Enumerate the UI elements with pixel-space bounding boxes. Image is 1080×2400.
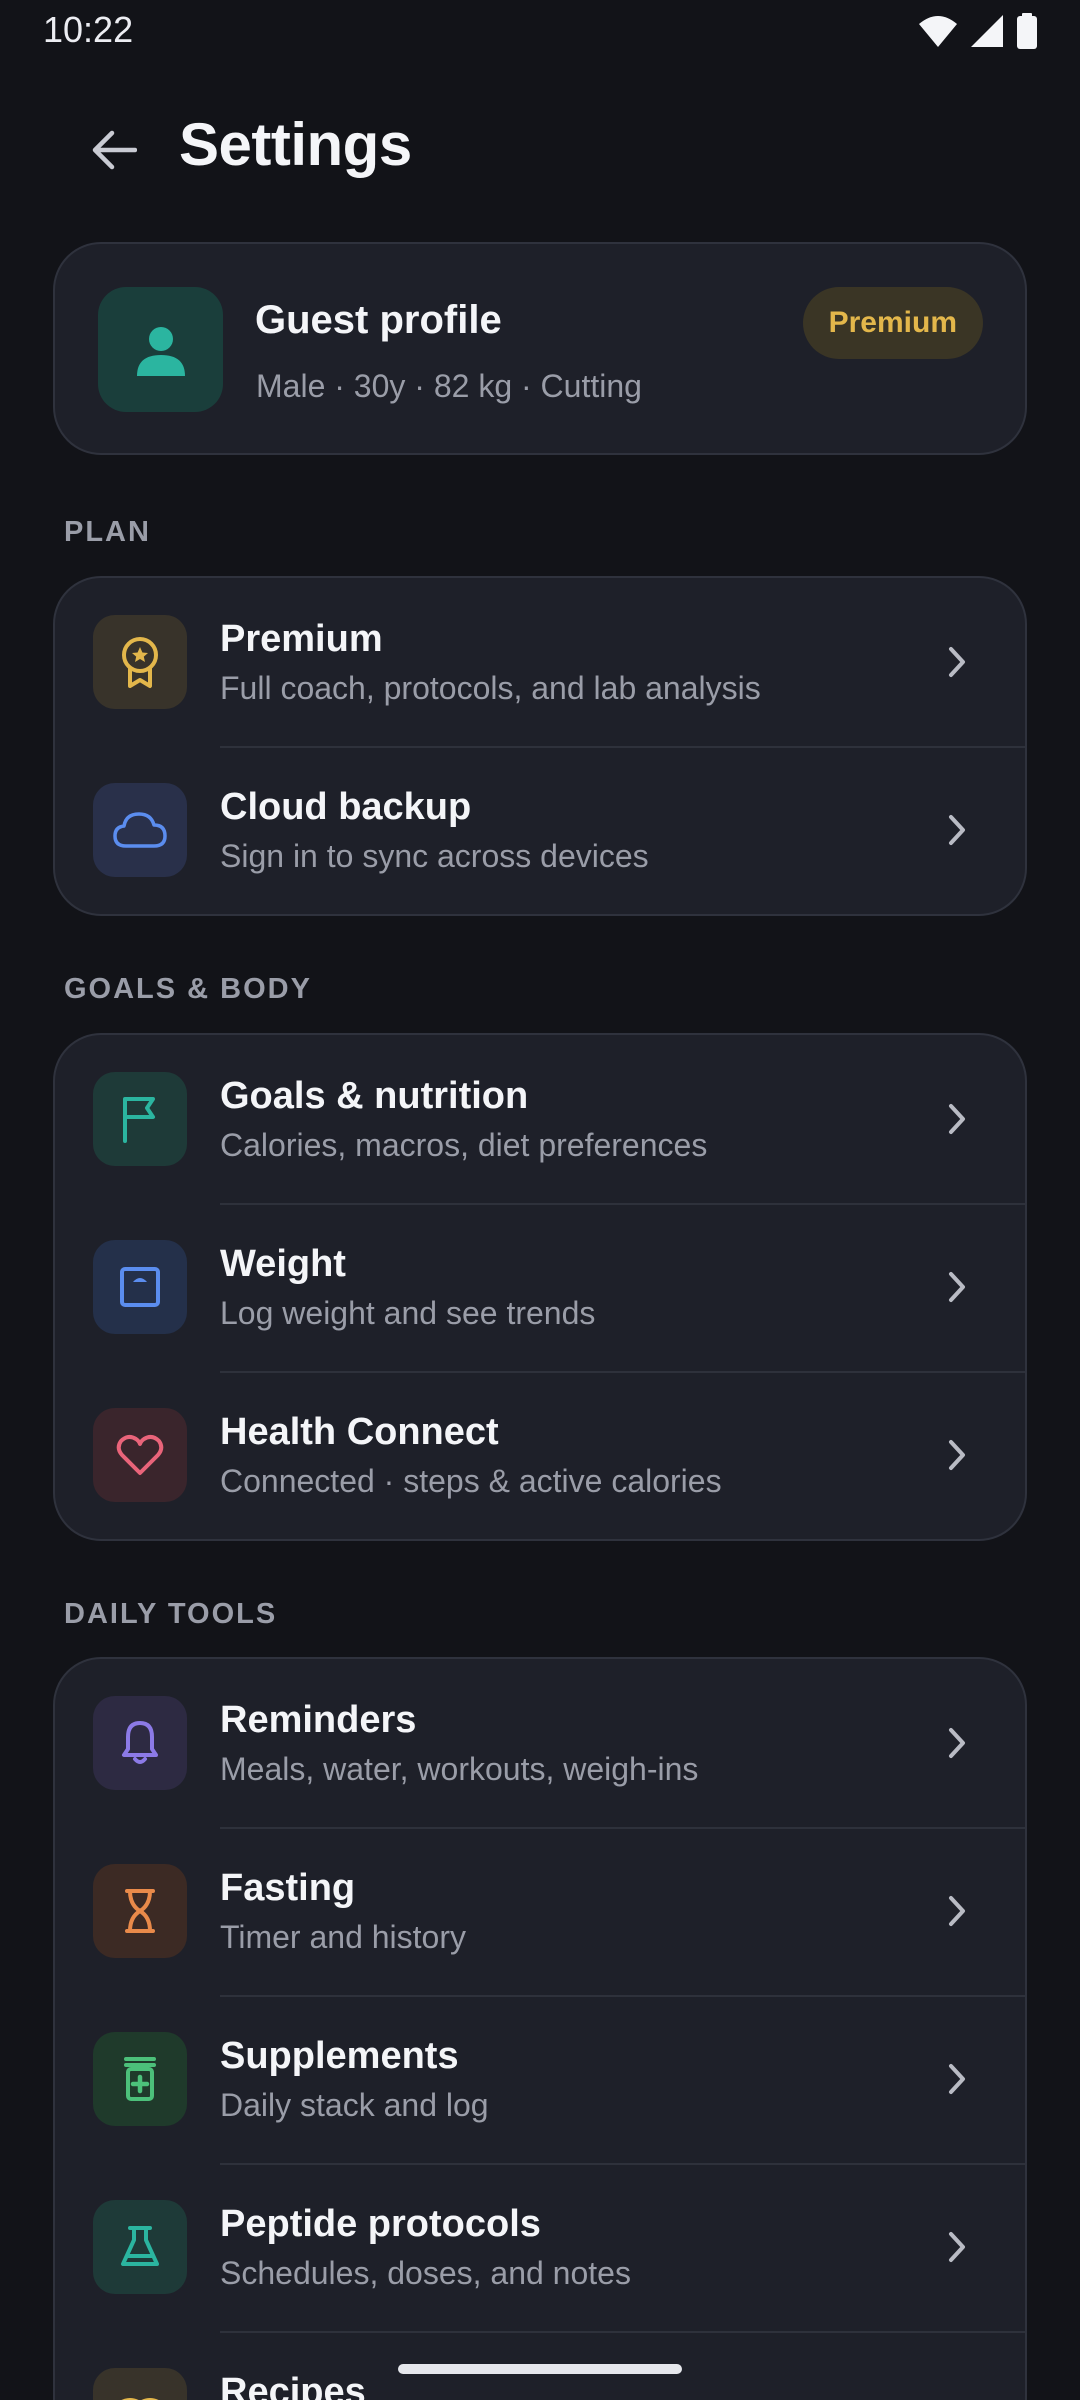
chevron-right-icon bbox=[937, 1891, 977, 1931]
row-subtitle: Full coach, protocols, and lab analysis bbox=[220, 670, 761, 706]
app-bar: Settings bbox=[0, 100, 1080, 196]
chevron-right-icon bbox=[937, 1723, 977, 1763]
chevron-right-icon bbox=[937, 1267, 977, 1307]
row-title: Reminders bbox=[220, 1699, 417, 1741]
signal-icon bbox=[971, 15, 1003, 47]
row-title: Weight bbox=[220, 1243, 346, 1285]
cloud-icon bbox=[93, 783, 187, 877]
row-title: Cloud backup bbox=[220, 786, 472, 828]
flask-icon bbox=[93, 2200, 187, 2294]
row-subtitle: Daily stack and log bbox=[220, 2087, 489, 2123]
bell-icon bbox=[93, 1696, 187, 1790]
row-title: Peptide protocols bbox=[220, 2203, 541, 2245]
status-bar: 10:22 bbox=[0, 0, 1080, 62]
row-title: Fasting bbox=[220, 1867, 356, 1909]
row-title: Recipes bbox=[220, 2371, 366, 2400]
settings-row-reminders[interactable]: Reminders Meals, water, workouts, weigh-… bbox=[55, 1659, 1025, 1827]
profile-card[interactable]: Guest profile Male · 30y · 82 kg · Cutti… bbox=[53, 242, 1027, 455]
pill-bottle-icon bbox=[93, 2032, 187, 2126]
arrow-back-icon bbox=[92, 130, 137, 170]
row-title: Goals & nutrition bbox=[220, 1075, 529, 1117]
recipe-icon bbox=[93, 2368, 187, 2400]
person-icon bbox=[136, 326, 185, 376]
section-label-plan: PLAN bbox=[64, 516, 151, 548]
profile-name: Guest profile bbox=[255, 298, 502, 342]
chevron-right-icon bbox=[937, 810, 977, 850]
scale-icon bbox=[93, 1240, 187, 1334]
daily-tools-group: Reminders Meals, water, workouts, weigh-… bbox=[53, 1657, 1027, 2400]
battery-icon bbox=[1017, 13, 1037, 49]
settings-row-goals-nutrition[interactable]: Goals & nutrition Calories, macros, diet… bbox=[55, 1035, 1025, 1203]
gesture-nav-handle[interactable] bbox=[398, 2364, 682, 2374]
row-title: Premium bbox=[220, 618, 383, 660]
heart-icon bbox=[93, 1408, 187, 1502]
page-title: Settings bbox=[179, 111, 412, 178]
avatar bbox=[98, 287, 223, 412]
chevron-right-icon bbox=[937, 2059, 977, 2099]
status-time: 10:22 bbox=[43, 9, 134, 50]
profile-meta: Male · 30y · 82 kg · Cutting bbox=[256, 368, 642, 404]
settings-row-cloud-backup[interactable]: Cloud backup Sign in to sync across devi… bbox=[55, 746, 1025, 914]
section-label-goals-body: GOALS & BODY bbox=[64, 973, 312, 1005]
status-icons bbox=[918, 13, 1038, 49]
settings-row-premium[interactable]: Premium Full coach, protocols, and lab a… bbox=[55, 578, 1025, 746]
row-subtitle: Meals, water, workouts, weigh-ins bbox=[220, 1751, 699, 1787]
premium-badge: Premium bbox=[802, 287, 983, 359]
row-subtitle: Calories, macros, diet preferences bbox=[220, 1127, 708, 1163]
chevron-right-icon bbox=[937, 642, 977, 682]
chevron-right-icon bbox=[937, 1099, 977, 1139]
hourglass-icon bbox=[93, 1864, 187, 1958]
row-subtitle: Log weight and see trends bbox=[220, 1295, 596, 1331]
settings-row-supplements[interactable]: Supplements Daily stack and log bbox=[55, 1995, 1025, 2163]
goals-body-group: Goals & nutrition Calories, macros, diet… bbox=[53, 1033, 1027, 1541]
chevron-right-icon bbox=[937, 2395, 977, 2400]
row-subtitle: Schedules, doses, and notes bbox=[220, 2255, 631, 2291]
row-subtitle: Connected · steps & active calories bbox=[220, 1463, 722, 1499]
settings-row-fasting[interactable]: Fasting Timer and history bbox=[55, 1827, 1025, 1995]
award-icon bbox=[93, 615, 187, 709]
settings-screen: 10:22 Settings Guest profile Male · 30y … bbox=[0, 0, 1080, 2400]
back-button[interactable] bbox=[78, 114, 150, 186]
settings-row-health-connect[interactable]: Health Connect Connected · steps & activ… bbox=[55, 1371, 1025, 1539]
settings-row-weight[interactable]: Weight Log weight and see trends bbox=[55, 1203, 1025, 1371]
row-subtitle: Timer and history bbox=[220, 1919, 466, 1955]
row-title: Supplements bbox=[220, 2035, 459, 2077]
row-title: Health Connect bbox=[220, 1411, 499, 1453]
settings-row-peptide-protocols[interactable]: Peptide protocols Schedules, doses, and … bbox=[55, 2163, 1025, 2331]
chevron-right-icon bbox=[937, 1435, 977, 1475]
flag-icon bbox=[93, 1072, 187, 1166]
chevron-right-icon bbox=[937, 2227, 977, 2267]
wifi-icon bbox=[919, 16, 957, 47]
section-label-daily-tools: DAILY TOOLS bbox=[64, 1598, 278, 1630]
row-subtitle: Sign in to sync across devices bbox=[220, 838, 649, 874]
plan-group: Premium Full coach, protocols, and lab a… bbox=[53, 576, 1027, 916]
